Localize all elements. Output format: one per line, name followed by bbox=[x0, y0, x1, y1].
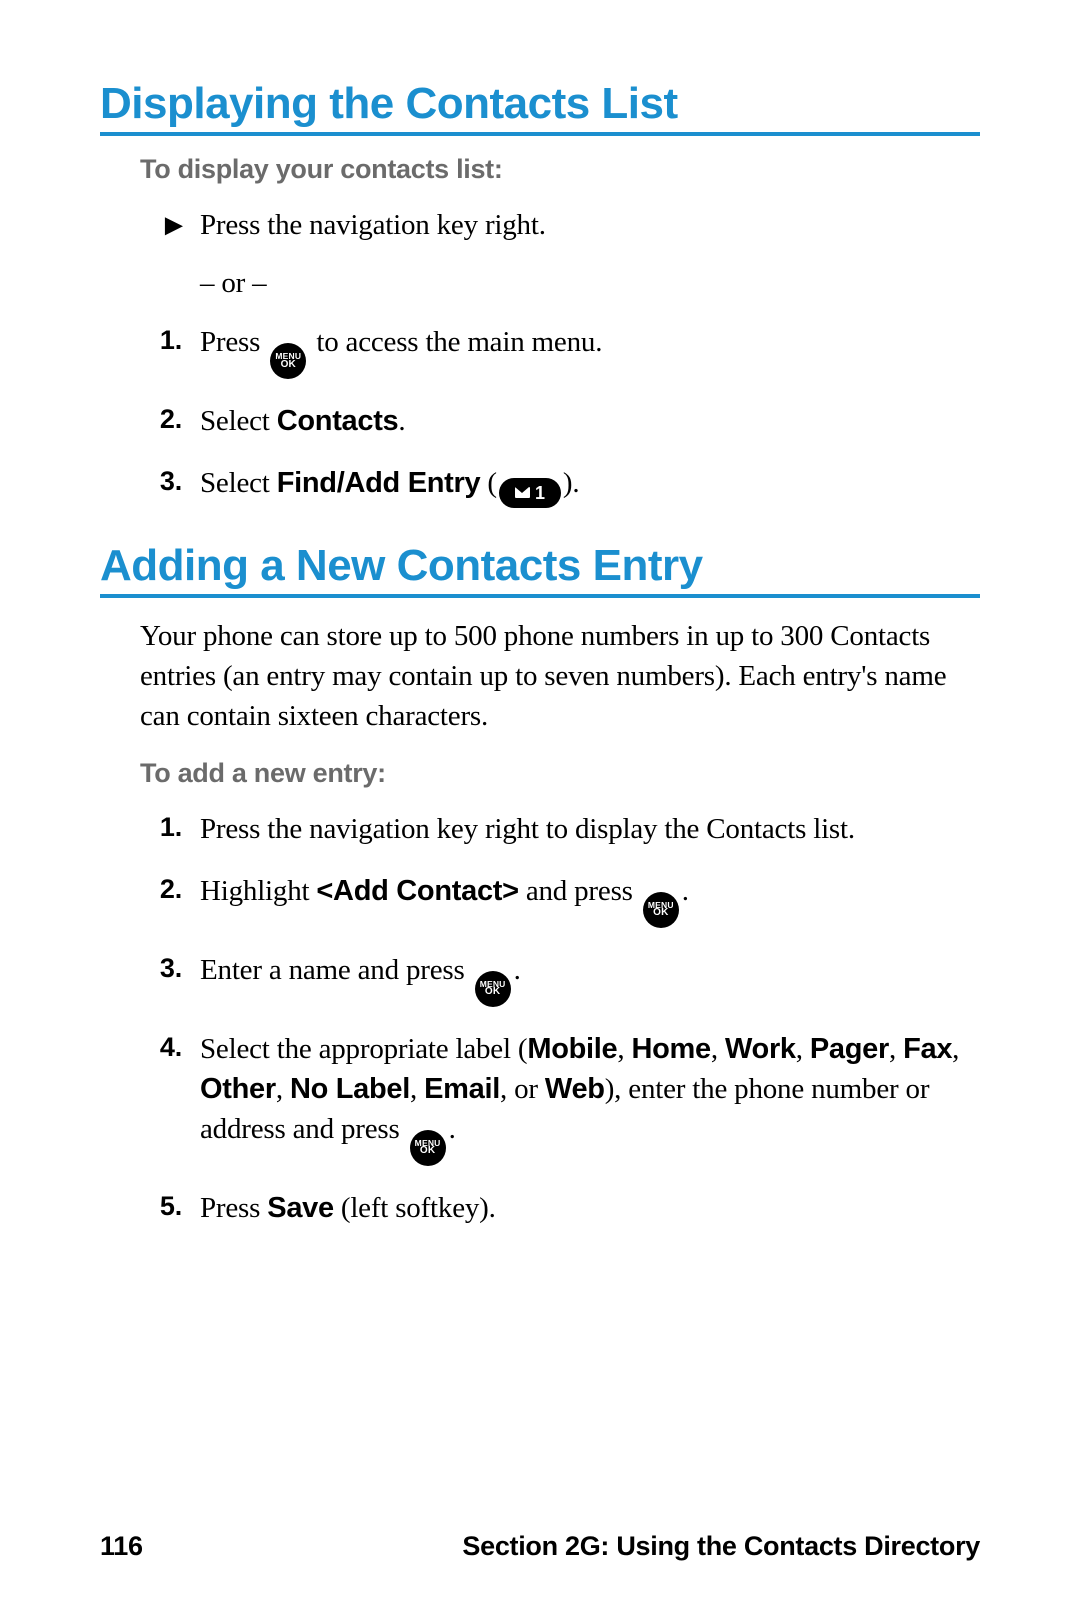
text-fragment: , bbox=[889, 1033, 903, 1065]
bold-find-add-entry: Find/Add Entry bbox=[277, 467, 481, 499]
text-fragment: , bbox=[276, 1073, 290, 1105]
text-fragment: Select bbox=[200, 467, 277, 499]
step-item: 5. Press Save (left softkey). bbox=[140, 1188, 980, 1228]
label-work: Work bbox=[725, 1033, 796, 1065]
text-fragment: , bbox=[796, 1033, 810, 1065]
label-mobile: Mobile bbox=[527, 1033, 617, 1065]
steps-list-add: 1. Press the navigation key right to dis… bbox=[140, 809, 980, 1228]
step-number: 1. bbox=[140, 322, 200, 359]
step-item: 2. Select Contacts. bbox=[140, 401, 980, 441]
step-item: 1. Press MENUOK to access the main menu. bbox=[140, 322, 980, 379]
bold-save: Save bbox=[267, 1192, 334, 1224]
subhead-to-display: To display your contacts list: bbox=[140, 154, 980, 185]
label-home: Home bbox=[632, 1033, 711, 1065]
steps-list-display: 1. Press MENUOK to access the main menu.… bbox=[140, 322, 980, 507]
label-no-label: No Label bbox=[290, 1073, 410, 1105]
label-web: Web bbox=[545, 1073, 605, 1105]
step-text: Select Find/Add Entry (1). bbox=[200, 463, 980, 508]
text-fragment: (left softkey). bbox=[334, 1192, 496, 1224]
step-text: Press the navigation key right to displa… bbox=[200, 809, 980, 849]
key-1-icon: 1 bbox=[499, 478, 561, 508]
triangle-bullet-icon: ▶ bbox=[140, 205, 200, 240]
label-fax: Fax bbox=[903, 1033, 952, 1065]
text-fragment: and press bbox=[519, 875, 640, 907]
menu-ok-icon: MENUOK bbox=[410, 1130, 446, 1166]
step-number: 4. bbox=[140, 1029, 200, 1066]
step-item: 3. Enter a name and press MENUOK. bbox=[140, 950, 980, 1007]
label-other: Other bbox=[200, 1073, 276, 1105]
text-fragment: Press bbox=[200, 326, 267, 358]
step-item: 4. Select the appropriate label (Mobile,… bbox=[140, 1029, 980, 1166]
step-text: Press Save (left softkey). bbox=[200, 1188, 980, 1228]
step-number: 2. bbox=[140, 401, 200, 438]
bold-contacts: Contacts bbox=[277, 405, 399, 437]
menu-ok-icon: MENUOK bbox=[270, 343, 306, 379]
text-fragment: ). bbox=[563, 467, 580, 499]
text-fragment: Select the appropriate label ( bbox=[200, 1033, 527, 1065]
menu-ok-icon: MENUOK bbox=[475, 971, 511, 1007]
text-fragment: ( bbox=[480, 467, 497, 499]
step-number: 5. bbox=[140, 1188, 200, 1225]
text-fragment: to access the main menu. bbox=[309, 326, 602, 358]
step-text: Select the appropriate label (Mobile, Ho… bbox=[200, 1029, 980, 1166]
heading-adding-contacts: Adding a New Contacts Entry bbox=[100, 542, 980, 598]
text-fragment: , bbox=[410, 1073, 424, 1105]
step-number: 3. bbox=[140, 463, 200, 500]
step-item: 2. Highlight <Add Contact> and press MEN… bbox=[140, 871, 980, 928]
bold-add-contact: <Add Contact> bbox=[316, 875, 518, 907]
step-number: 1. bbox=[140, 809, 200, 846]
step-number: 3. bbox=[140, 950, 200, 987]
step-text: Enter a name and press MENUOK. bbox=[200, 950, 980, 1007]
text-fragment: . bbox=[682, 875, 689, 907]
section-title: Section 2G: Using the Contacts Directory bbox=[462, 1531, 980, 1562]
text-fragment: . bbox=[449, 1113, 456, 1145]
label-email: Email bbox=[424, 1073, 500, 1105]
text-fragment: , or bbox=[500, 1073, 545, 1105]
page-number: 116 bbox=[100, 1531, 143, 1562]
text-fragment: Press bbox=[200, 1192, 267, 1224]
intro-paragraph: Your phone can store up to 500 phone num… bbox=[140, 616, 980, 736]
text-fragment: . bbox=[514, 954, 521, 986]
step-item: 3. Select Find/Add Entry (1). bbox=[140, 463, 980, 508]
heading-displaying-contacts: Displaying the Contacts List bbox=[100, 80, 980, 136]
text-fragment: Highlight bbox=[200, 875, 316, 907]
text-fragment: Select bbox=[200, 405, 277, 437]
step-text: Press MENUOK to access the main menu. bbox=[200, 322, 980, 379]
subhead-to-add: To add a new entry: bbox=[140, 758, 980, 789]
section-adding-entry: Adding a New Contacts Entry Your phone c… bbox=[100, 542, 980, 1228]
or-separator: – or – bbox=[200, 267, 980, 300]
bullet-text: Press the navigation key right. bbox=[200, 205, 980, 245]
step-text: Select Contacts. bbox=[200, 401, 980, 441]
text-fragment: , bbox=[952, 1033, 959, 1065]
text-fragment: , bbox=[617, 1033, 631, 1065]
text-fragment: Enter a name and press bbox=[200, 954, 472, 986]
step-text: Highlight <Add Contact> and press MENUOK… bbox=[200, 871, 980, 928]
text-fragment: . bbox=[398, 405, 405, 437]
manual-page: Displaying the Contacts List To display … bbox=[0, 0, 1080, 1620]
step-number: 2. bbox=[140, 871, 200, 908]
label-pager: Pager bbox=[810, 1033, 889, 1065]
bullet-item: ▶ Press the navigation key right. bbox=[140, 205, 980, 245]
page-footer: 116 Section 2G: Using the Contacts Direc… bbox=[100, 1531, 980, 1562]
bullet-list: ▶ Press the navigation key right. bbox=[140, 205, 980, 245]
menu-ok-icon: MENUOK bbox=[643, 892, 679, 928]
envelope-icon bbox=[515, 487, 530, 498]
step-item: 1. Press the navigation key right to dis… bbox=[140, 809, 980, 849]
text-fragment: , bbox=[711, 1033, 725, 1065]
